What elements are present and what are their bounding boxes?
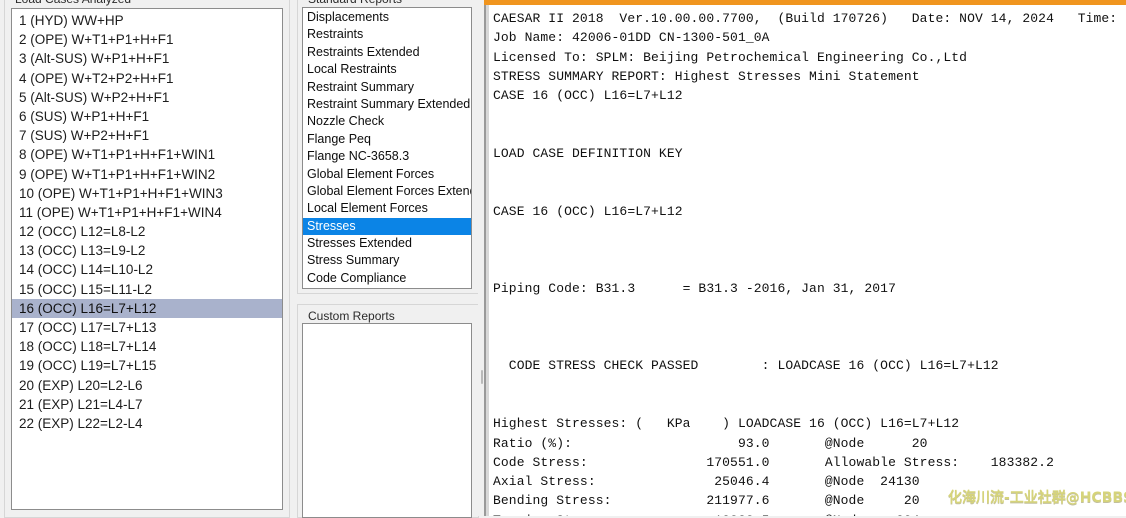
- standard-report-item[interactable]: Stresses Extended: [303, 235, 471, 252]
- standard-reports-listbox[interactable]: Displacements Restraints Restraints Extend…: [302, 7, 472, 289]
- load-case-item[interactable]: 16 (OCC) L16=L7+L12: [12, 298, 282, 318]
- load-case-item[interactable]: 2 (OPE) W+T1+P1+H+F1: [12, 30, 282, 49]
- custom-reports-caption: Custom Reports: [305, 310, 398, 322]
- report-scroll-area[interactable]: CAESAR II 2018 Ver.10.00.00.7700, (Build…: [489, 5, 1126, 516]
- load-case-item[interactable]: 20 (EXP) L20=L2-L6: [12, 376, 282, 395]
- watermark-text: 化海川流-工业社群@HCBBS: [948, 490, 1126, 506]
- load-case-item[interactable]: 13 (OCC) L13=L9-L2: [12, 241, 282, 260]
- standard-report-item[interactable]: Code Compliance Extended: [303, 287, 471, 288]
- load-case-item[interactable]: 19 (OCC) L19=L7+L15: [12, 356, 282, 375]
- load-case-item[interactable]: 11 (OPE) W+T1+P1+H+F1+WIN4: [12, 203, 282, 222]
- load-case-item[interactable]: 6 (SUS) W+P1+H+F1: [12, 107, 282, 126]
- standard-report-item[interactable]: Global Element Forces: [303, 166, 471, 183]
- load-case-item[interactable]: 21 (EXP) L21=L4-L7: [12, 395, 282, 414]
- standard-report-item[interactable]: Global Element Forces Extended: [303, 183, 471, 200]
- standard-report-item[interactable]: Restraints Extended: [303, 44, 471, 61]
- load-case-item[interactable]: 10 (OPE) W+T1+P1+H+F1+WIN3: [12, 184, 282, 203]
- standard-report-item[interactable]: Stress Summary: [303, 252, 471, 269]
- caesar-ii-report-window: Load Cases Analyzed 1 (HYD) WW+HP2 (OPE)…: [0, 0, 1126, 518]
- load-case-item[interactable]: 1 (HYD) WW+HP: [12, 11, 282, 30]
- standard-report-item[interactable]: Restraint Summary Extended: [303, 96, 471, 113]
- standard-reports-caption: Standard Reports: [305, 0, 406, 5]
- load-case-item[interactable]: 14 (OCC) L14=L10-L2: [12, 260, 282, 279]
- load-case-item[interactable]: 8 (OPE) W+T1+P1+H+F1+WIN1: [12, 145, 282, 164]
- report-output-panel: CAESAR II 2018 Ver.10.00.00.7700, (Build…: [484, 0, 1126, 516]
- standard-report-item[interactable]: Nozzle Check: [303, 113, 471, 130]
- standard-report-item[interactable]: Local Restraints: [303, 61, 471, 78]
- splitter-grip[interactable]: [481, 370, 483, 384]
- standard-report-item[interactable]: Flange Peq: [303, 131, 471, 148]
- standard-report-item[interactable]: Flange NC-3658.3: [303, 148, 471, 165]
- load-case-item[interactable]: 4 (OPE) W+T2+P2+H+F1: [12, 69, 282, 88]
- load-case-item[interactable]: 22 (EXP) L22=L2-L4: [12, 414, 282, 433]
- report-text: CAESAR II 2018 Ver.10.00.00.7700, (Build…: [493, 11, 1118, 516]
- load-case-item[interactable]: 18 (OCC) L18=L7+L14: [12, 337, 282, 356]
- load-case-item[interactable]: 9 (OPE) W+T1+P1+H+F1+WIN2: [12, 165, 282, 184]
- standard-report-item[interactable]: Restraints: [303, 26, 471, 43]
- load-case-item[interactable]: 3 (Alt-SUS) W+P1+H+F1: [12, 49, 282, 68]
- load-case-item[interactable]: 15 (OCC) L15=L11-L2: [12, 280, 282, 299]
- custom-reports-listbox[interactable]: [302, 323, 472, 518]
- load-cases-listbox[interactable]: 1 (HYD) WW+HP 2 (OPE) W+T1+P1+H+F1 3 (Alt-…: [11, 8, 283, 510]
- load-case-item[interactable]: 5 (Alt-SUS) W+P2+H+F1: [12, 88, 282, 107]
- standard-report-item[interactable]: Code Compliance: [303, 270, 471, 287]
- standard-report-item[interactable]: Stresses: [303, 217, 471, 236]
- standard-report-item[interactable]: Local Element Forces: [303, 200, 471, 217]
- standard-report-item[interactable]: Restraint Summary: [303, 79, 471, 96]
- load-case-item[interactable]: 12 (OCC) L12=L8-L2: [12, 222, 282, 241]
- load-cases-analyzed-caption: Load Cases Analyzed: [12, 0, 135, 5]
- load-case-item[interactable]: 7 (SUS) W+P2+H+F1: [12, 126, 282, 145]
- standard-report-item[interactable]: Displacements: [303, 9, 471, 26]
- load-case-item[interactable]: 17 (OCC) L17=L7+L13: [12, 318, 282, 337]
